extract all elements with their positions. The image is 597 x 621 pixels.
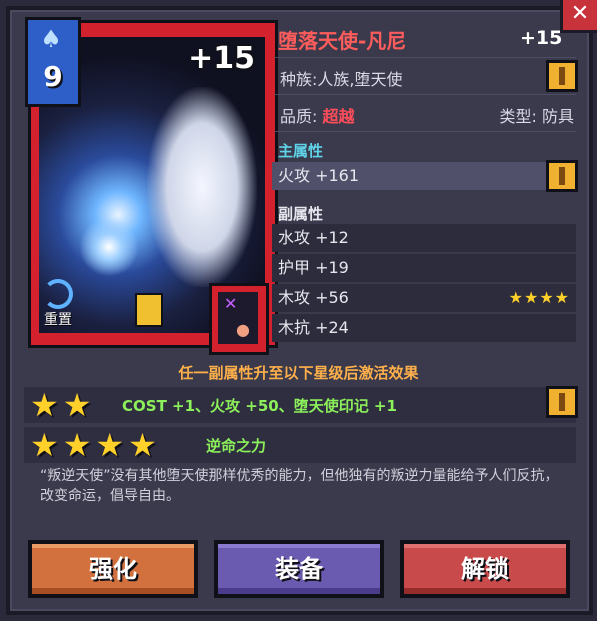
bonus-tier: ★★★★ 逆命之力 [24, 427, 576, 463]
unlock-button[interactable]: 解锁 [400, 540, 570, 598]
item-description: “叛逆天使”没有其他堕天使那样优秀的能力，但他独有的叛逆力量能给予人们反抗，改变… [40, 468, 559, 504]
bonus-text: COST +1、火攻 +50、堕天使印记 +1 [122, 397, 397, 415]
star-rating: ★★★★ [508, 288, 570, 307]
strengthen-button[interactable]: 强化 [28, 540, 198, 598]
info-icon [559, 67, 565, 85]
info-icon [559, 167, 565, 185]
reset-label: 重置 [44, 312, 72, 328]
sub-attr-row: 木抗 +24 [272, 314, 576, 342]
main-attr-info-button[interactable] [546, 160, 578, 192]
close-icon: ✕ [570, 1, 590, 26]
close-button[interactable]: ✕ [560, 0, 597, 33]
star-icons: ★★ [30, 386, 96, 424]
equipment-card: ♠ 9 +15 重置 ✕ ● [25, 17, 278, 355]
bonus-text: 逆命之力 [206, 437, 267, 455]
equip-button[interactable]: 装备 [214, 540, 384, 598]
divider [274, 94, 576, 95]
armor-type-badge: ✕ ● [209, 283, 269, 355]
glow-art [79, 217, 139, 277]
cost-value: 9 [43, 60, 63, 93]
bonus-tier: ★★ COST +1、火攻 +50、堕天使印记 +1 [24, 387, 576, 423]
item-enhance-level: +15 [520, 27, 563, 49]
item-race: 种族:人族,堕天使 [280, 70, 403, 89]
item-quality: 品质: 超越 [280, 103, 355, 127]
divider [274, 131, 576, 132]
card-enhance-level: +15 [188, 41, 255, 76]
lock-icon[interactable] [135, 293, 163, 327]
item-type: 类型: 防具 [499, 107, 574, 126]
main-attr-row: 火攻 +161 [272, 162, 576, 190]
sub-attr-row: 木攻 +56 ★★★★ [272, 284, 576, 312]
sub-attr-row: 水攻 +12 [272, 224, 576, 252]
info-icon [559, 393, 565, 411]
reset-button[interactable]: 重置 [35, 279, 81, 329]
star-icons: ★★★★ [30, 426, 161, 464]
quality-value: 超越 [322, 107, 355, 126]
spade-icon: ♠ [40, 25, 62, 53]
armor-type-icon: ✕ ● [218, 292, 258, 344]
bonus-header: 任一副属性升至以下星级后激活效果 [178, 364, 419, 382]
divider [274, 57, 576, 58]
quality-label: 品质: [280, 107, 323, 126]
wing-art [147, 87, 257, 287]
sub-attr-row: 护甲 +19 [272, 254, 576, 282]
main-attr-title: 主属性 [278, 142, 324, 160]
refresh-icon [43, 279, 73, 309]
sub-attr-title: 副属性 [278, 205, 324, 223]
item-name: 堕落天使-凡尼 [278, 29, 407, 53]
bonus-info-button[interactable] [546, 386, 578, 418]
race-info-button[interactable] [546, 60, 578, 92]
cost-badge: ♠ 9 [25, 17, 81, 107]
